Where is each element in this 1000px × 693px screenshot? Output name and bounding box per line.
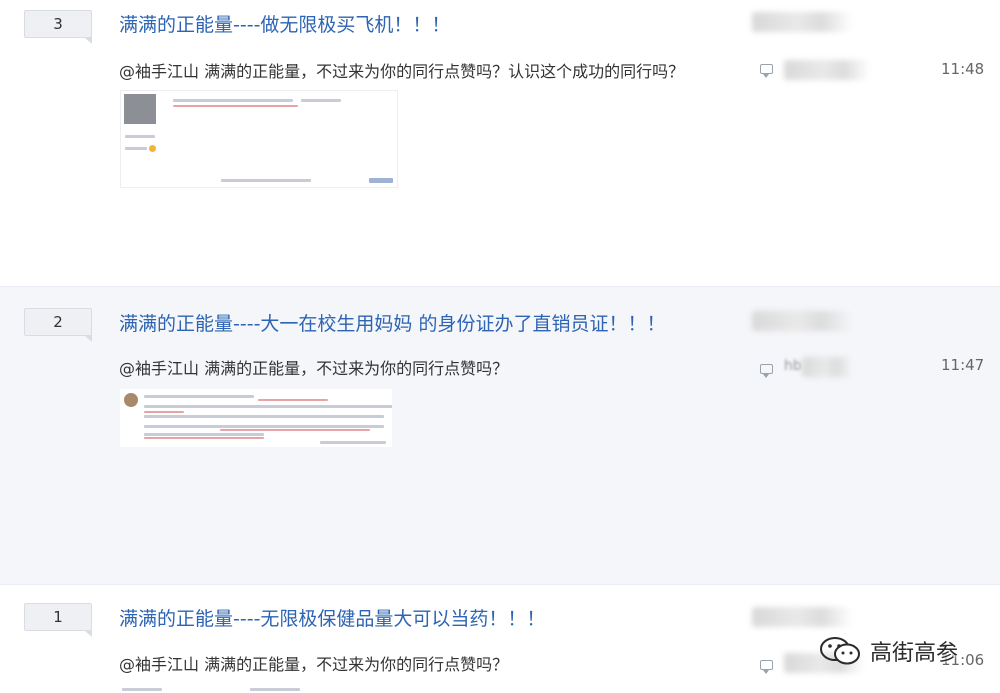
thread-title-link[interactable]: 满满的正能量----无限极保健品量大可以当药！！！ — [119, 604, 545, 631]
thumb-avatar — [124, 393, 138, 407]
thread-abstract: @袖手江山 满满的正能量，不过来为你的同行点赞吗？认识这个成功的同行吗？ — [119, 62, 685, 81]
thread-abstract: @袖手江山 满满的正能量，不过来为你的同行点赞吗？ — [119, 655, 509, 674]
thread-title-link[interactable]: 满满的正能量----大一在校生用妈妈 的身份证办了直销员证！！！ — [119, 309, 665, 336]
reply-count-badge: 2 — [24, 308, 92, 342]
watermark: 高街高参 — [818, 634, 958, 668]
reply-icon — [760, 364, 773, 378]
watermark-text: 高街高参 — [870, 641, 959, 666]
wechat-icon — [820, 637, 860, 665]
thread-item: 2 满满的正能量----大一在校生用妈妈 的身份证办了直销员证！！！ @袖手江山… — [0, 287, 1000, 585]
thread-title-link[interactable]: 满满的正能量----做无限极买飞机！！！ — [119, 10, 450, 37]
last-reply-time: 11:47 — [941, 356, 985, 374]
reply-icon — [760, 64, 773, 78]
reply-icon — [760, 660, 773, 674]
thread-thumbnail[interactable] — [120, 90, 398, 188]
reply-count-badge: 3 — [24, 10, 92, 44]
author-name[interactable] — [752, 311, 852, 331]
last-replier-name[interactable] — [784, 60, 870, 80]
thread-item: 3 满满的正能量----做无限极买飞机！！！ @袖手江山 满满的正能量，不过来为… — [0, 0, 1000, 287]
thread-list: 3 满满的正能量----做无限极买飞机！！！ @袖手江山 满满的正能量，不过来为… — [0, 0, 1000, 693]
author-name[interactable] — [752, 607, 852, 627]
thread-thumbnail[interactable] — [120, 686, 310, 693]
last-replier-name[interactable]: hb — [784, 358, 802, 374]
last-reply-time: 11:48 — [941, 60, 985, 78]
author-name[interactable] — [752, 12, 852, 32]
thread-thumbnail[interactable] — [120, 389, 392, 447]
reply-count-badge: 1 — [24, 603, 92, 637]
thread-abstract: @袖手江山 满满的正能量，不过来为你的同行点赞吗？ — [119, 359, 509, 378]
thumb-avatar — [124, 94, 156, 124]
last-replier-blur — [802, 357, 852, 377]
